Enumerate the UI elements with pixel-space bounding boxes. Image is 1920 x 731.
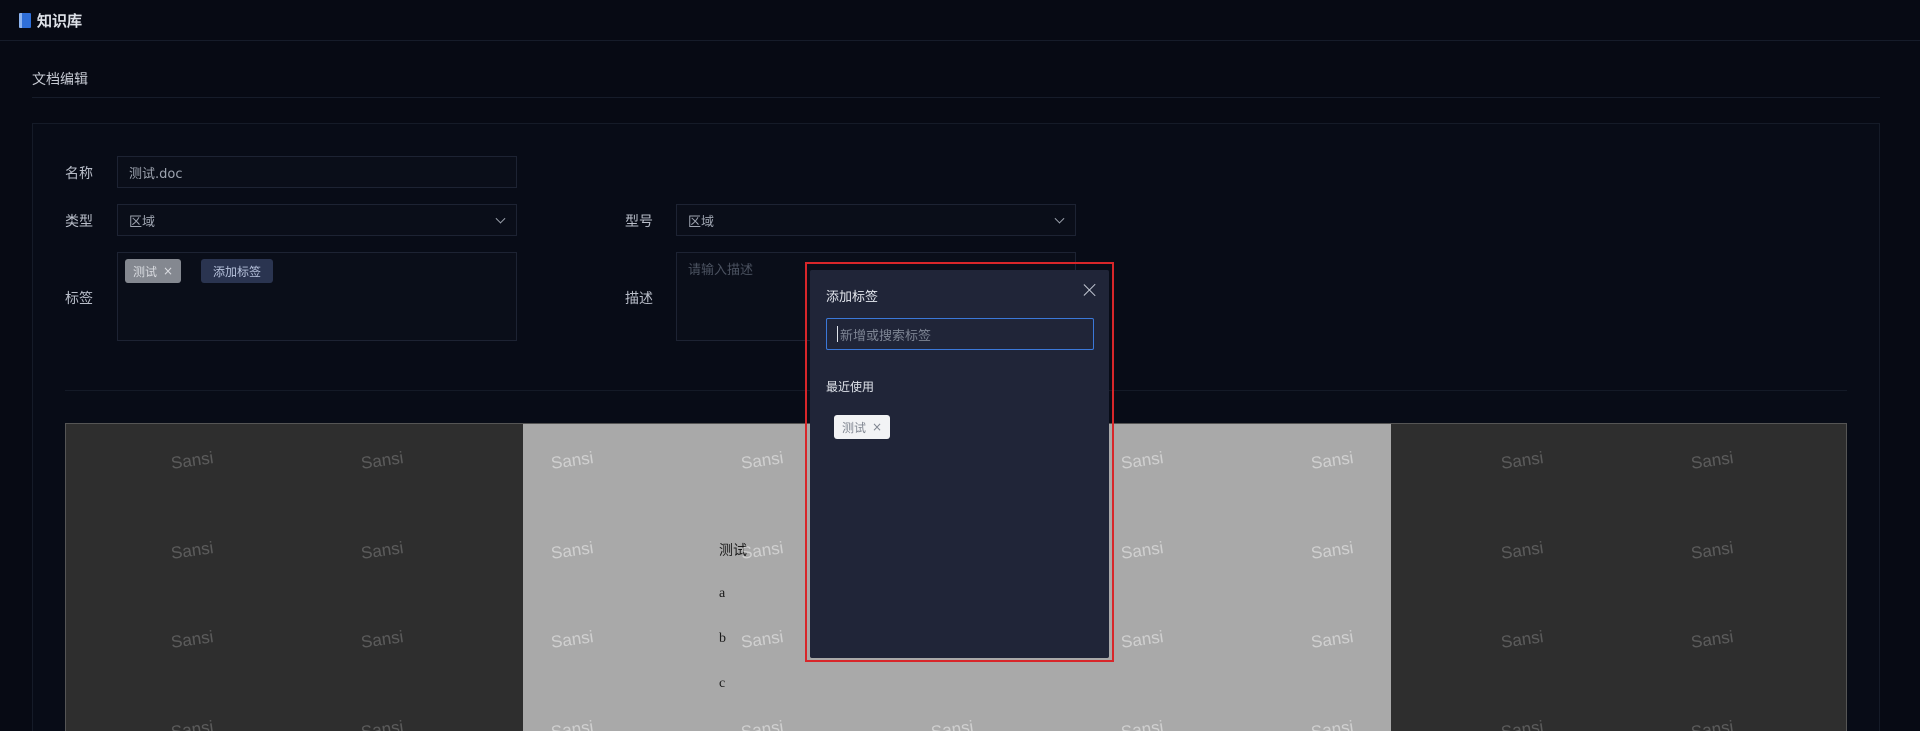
watermark-text: Sansi [1689,627,1735,652]
watermark-text: Sansi [1499,717,1545,731]
watermark-text: Sansi [1689,717,1735,731]
close-icon[interactable]: × [163,264,173,278]
tags-label: 标签 [65,291,93,307]
watermark-text: Sansi [1499,538,1545,563]
tag-chip[interactable]: 测试 × [125,259,182,283]
type-select[interactable]: 区域 [117,204,517,236]
watermark-text: Sansi [359,538,405,563]
watermark-text: Sansi [1499,627,1545,652]
doc-line: b [719,631,726,646]
desc-placeholder: 请输入描述 [688,263,754,278]
tag-label: 测试 [133,264,158,279]
desc-label: 描述 [625,291,653,307]
highlight-frame [805,262,1114,662]
name-input[interactable]: 测试.doc [117,156,517,188]
book-icon [19,12,31,28]
chevron-down-icon [495,213,506,224]
watermark-text: Sansi [1499,448,1545,473]
doc-line: c [719,676,726,691]
model-select[interactable]: 区域 [676,204,1076,236]
watermark-text: Sansi [359,627,405,652]
watermark-text: Sansi [169,448,215,473]
app-title: 知识库 [37,11,83,30]
watermark-text: Sansi [359,717,405,731]
watermark-text: Sansi [169,538,215,563]
model-value: 区域 [688,214,715,230]
top-bar: 知识库 [0,0,1920,41]
watermark-text: Sansi [359,448,405,473]
watermark-text: Sansi [1689,448,1735,473]
add-tag-button[interactable]: 添加标签 [201,259,274,283]
watermark-text: Sansi [169,717,215,731]
name-value: 测试.doc [129,166,183,182]
type-label: 类型 [65,214,93,230]
doc-line: a [719,586,726,601]
watermark-text: Sansi [169,627,215,652]
chevron-down-icon [1054,213,1065,224]
name-label: 名称 [65,166,93,182]
watermark-text: Sansi [1689,538,1735,563]
section-title: 文档编辑 [32,72,88,88]
type-value: 区域 [129,214,156,230]
model-label: 型号 [625,214,653,230]
section-divider [32,97,1880,98]
